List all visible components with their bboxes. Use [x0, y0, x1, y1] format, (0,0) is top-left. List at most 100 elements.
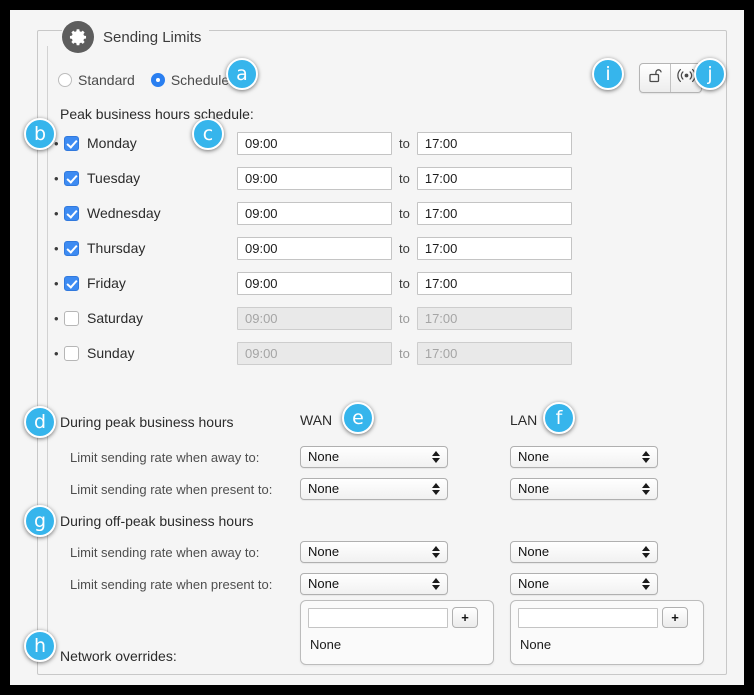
to-label: to	[399, 310, 410, 326]
offpeak-away-lan-select[interactable]: None	[510, 541, 658, 563]
wireless-broadcast-icon	[676, 67, 696, 89]
settings-panel: Sending Limits Standard Scheduled Peak b…	[10, 10, 744, 685]
stepper-arrows-icon	[432, 578, 440, 590]
select-value: None	[518, 576, 550, 591]
peak-hours-heading: During peak business hours	[60, 414, 234, 430]
peak-away-wan-select[interactable]: None	[300, 446, 448, 468]
to-label: to	[399, 275, 410, 291]
end-time-friday[interactable]	[416, 271, 572, 295]
offpeak-hours-heading: During off-peak business hours	[60, 513, 254, 529]
table-row: • Thursday to	[54, 235, 574, 261]
callout-badge-a: a	[226, 58, 258, 90]
start-time-saturday[interactable]	[237, 306, 392, 330]
start-time-tuesday[interactable]	[237, 166, 392, 190]
end-time-saturday[interactable]	[416, 306, 572, 330]
unlocked-padlock-icon	[647, 67, 664, 89]
callout-badge-j: j	[694, 58, 726, 90]
callout-badge-g: g	[24, 505, 56, 537]
add-network-override-wan-button[interactable]: +	[452, 607, 478, 628]
stepper-arrows-icon	[432, 451, 440, 463]
day-label: Saturday	[87, 310, 144, 326]
network-overrides-lan-panel: + None	[510, 600, 704, 665]
offpeak-present-wan-select[interactable]: None	[300, 573, 448, 595]
day-label: Thursday	[87, 240, 146, 256]
to-label: to	[399, 205, 410, 221]
column-header-wan: WAN	[300, 412, 333, 428]
start-time-sunday[interactable]	[237, 341, 392, 365]
callout-badge-e: e	[342, 402, 374, 434]
network-override-wan-input[interactable]	[308, 607, 448, 628]
stepper-arrows-icon	[642, 546, 650, 558]
column-header-lan: LAN	[510, 412, 538, 428]
select-value: None	[308, 544, 340, 559]
checkbox-tuesday[interactable]	[64, 170, 79, 186]
select-value: None	[308, 449, 340, 464]
checkbox-friday[interactable]	[64, 275, 79, 291]
callout-badge-c: c	[192, 118, 224, 150]
stepper-arrows-icon	[432, 483, 440, 495]
table-row: • Wednesday to	[54, 200, 574, 226]
network-override-lan-list: None	[520, 637, 552, 652]
row-bullet: •	[54, 275, 59, 291]
end-time-wednesday[interactable]	[416, 201, 572, 225]
radio-standard-label: Standard	[78, 72, 135, 88]
override-input-row: +	[518, 607, 688, 628]
row-bullet: •	[54, 310, 59, 326]
start-time-thursday[interactable]	[237, 236, 392, 260]
end-time-thursday[interactable]	[416, 236, 572, 260]
page-title: Sending Limits	[62, 20, 210, 54]
to-label: to	[399, 240, 410, 256]
checkbox-wednesday[interactable]	[64, 205, 79, 221]
checkbox-monday[interactable]	[64, 135, 79, 151]
day-label: Wednesday	[87, 205, 161, 221]
day-label: Tuesday	[87, 170, 141, 186]
select-value: None	[518, 481, 550, 496]
select-value: None	[308, 576, 340, 591]
table-row: • Monday to	[54, 130, 574, 156]
stepper-arrows-icon	[642, 578, 650, 590]
override-input-row: +	[308, 607, 478, 628]
unlocked-padlock-button[interactable]	[640, 64, 670, 92]
radio-standard[interactable]	[58, 73, 72, 87]
offpeak-away-wan-select[interactable]: None	[300, 541, 448, 563]
start-time-friday[interactable]	[237, 271, 392, 295]
peak-away-label: Limit sending rate when away to:	[70, 450, 260, 465]
end-time-sunday[interactable]	[416, 341, 572, 365]
add-network-override-lan-button[interactable]: +	[662, 607, 688, 628]
offpeak-away-label: Limit sending rate when away to:	[70, 545, 260, 560]
to-label: to	[399, 135, 410, 151]
select-value: None	[518, 449, 550, 464]
stepper-arrows-icon	[642, 451, 650, 463]
table-row: • Tuesday to	[54, 165, 574, 191]
checkbox-thursday[interactable]	[64, 240, 79, 256]
to-label: to	[399, 170, 410, 186]
row-bullet: •	[54, 170, 59, 186]
network-override-lan-input[interactable]	[518, 607, 658, 628]
end-time-tuesday[interactable]	[416, 166, 572, 190]
start-time-monday[interactable]	[237, 131, 392, 155]
row-bullet: •	[54, 345, 59, 361]
schedule-heading: Peak business hours schedule:	[60, 106, 254, 122]
peak-present-lan-select[interactable]: None	[510, 478, 658, 500]
table-row: • Friday to	[54, 270, 574, 296]
network-override-wan-list: None	[310, 637, 342, 652]
offpeak-present-lan-select[interactable]: None	[510, 573, 658, 595]
peak-present-wan-select[interactable]: None	[300, 478, 448, 500]
peak-away-lan-select[interactable]: None	[510, 446, 658, 468]
toolbar-buttons	[639, 63, 702, 93]
start-time-wednesday[interactable]	[237, 201, 392, 225]
end-time-monday[interactable]	[416, 131, 572, 155]
radio-scheduled[interactable]	[150, 73, 165, 87]
callout-badge-d: d	[24, 406, 56, 438]
checkbox-sunday[interactable]	[64, 345, 79, 361]
callout-badge-h: h	[24, 630, 56, 662]
peak-present-label: Limit sending rate when present to:	[70, 482, 273, 497]
mode-radio-group: Standard Scheduled	[58, 72, 247, 88]
table-row: • Sunday to	[54, 340, 574, 366]
checkbox-saturday[interactable]	[64, 310, 79, 326]
network-overrides-wan-panel: + None	[300, 600, 494, 665]
callout-badge-i: i	[592, 58, 624, 90]
network-overrides-label: Network overrides:	[60, 648, 177, 664]
offpeak-present-label: Limit sending rate when present to:	[70, 577, 273, 592]
callout-badge-f: f	[543, 402, 575, 434]
